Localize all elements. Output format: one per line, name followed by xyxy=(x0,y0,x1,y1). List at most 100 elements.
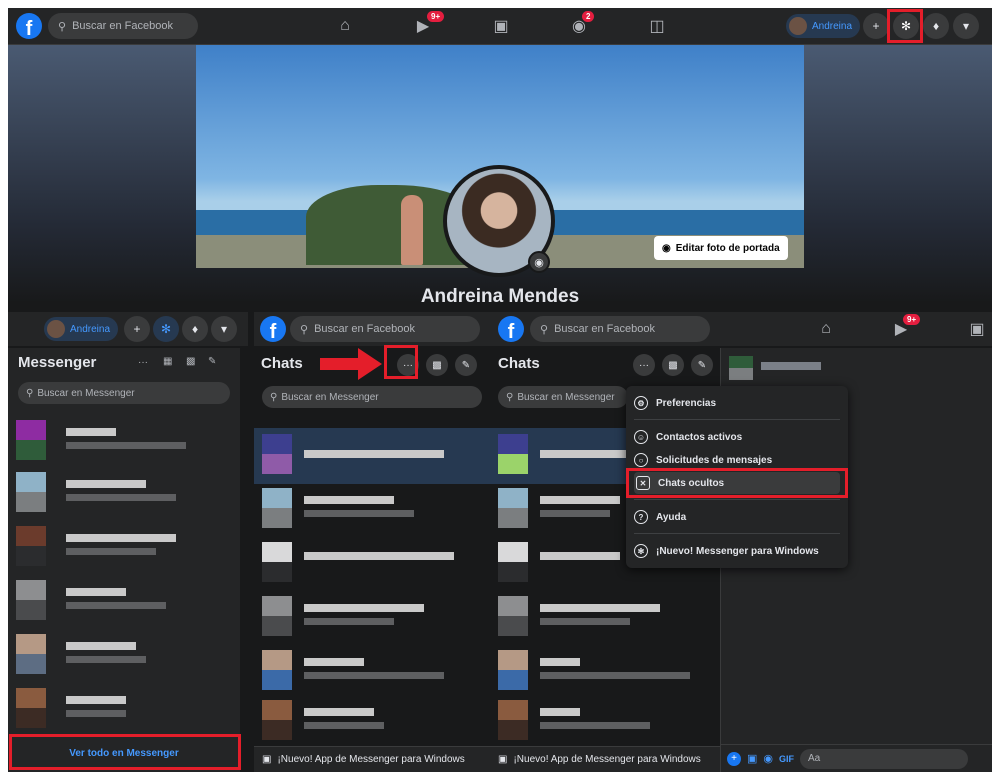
avatar xyxy=(262,596,292,636)
search-icon: ⚲ xyxy=(300,323,309,336)
avatar xyxy=(16,634,46,674)
menu-item-preferences[interactable]: ⚙ Preferencias xyxy=(634,392,716,414)
help-icon: ? xyxy=(634,510,648,524)
list-item[interactable] xyxy=(8,574,240,630)
screenshot-frame: f ⚲ Buscar en Facebook ⌂ ▶ 9+ ▣ ◉ 2 ◫ An… xyxy=(8,8,992,772)
marketplace-icon[interactable]: ▣ xyxy=(490,15,512,37)
messenger-icon: ✻ xyxy=(160,322,172,336)
avatar xyxy=(16,472,46,512)
gif-icon[interactable]: GIF xyxy=(779,754,794,764)
menu-item-active-contacts[interactable]: ☺ Contactos activos xyxy=(634,426,742,448)
avatar xyxy=(498,700,528,740)
facebook-search-input[interactable]: ⚲ Buscar en Facebook xyxy=(530,316,710,342)
search-icon: ⚲ xyxy=(506,391,514,403)
account-menu-button[interactable]: ▾ xyxy=(211,316,237,342)
notifications-button[interactable]: ♦ xyxy=(182,316,208,342)
expand-icon[interactable]: ▦ xyxy=(163,356,172,367)
avatar xyxy=(16,688,46,728)
list-item[interactable] xyxy=(254,482,490,538)
video-call-button[interactable]: ▩ xyxy=(426,354,448,376)
divider xyxy=(634,419,840,420)
message-input[interactable]: Aa xyxy=(800,748,969,769)
image-icon[interactable]: ▣ xyxy=(747,752,757,765)
facebook-logo-icon[interactable]: f xyxy=(16,13,42,39)
list-item[interactable] xyxy=(254,590,490,646)
watch-badge: 9+ xyxy=(903,314,921,325)
left-panel-topbar: Andreina + ✻ ♦ ▾ xyxy=(8,312,248,346)
gear-icon: ⚙ xyxy=(634,396,648,410)
create-button[interactable]: + xyxy=(124,316,150,342)
facebook-logo-icon[interactable]: f xyxy=(498,316,524,342)
search-icon: ⚲ xyxy=(26,387,34,399)
messenger-search-input[interactable]: ⚲ Buscar en Messenger xyxy=(498,386,628,408)
chats-options-button[interactable]: ··· xyxy=(633,354,655,376)
avatar xyxy=(498,488,528,528)
profile-shortcut[interactable]: Andreina xyxy=(44,317,119,341)
page-title: Chats xyxy=(261,355,303,372)
list-item[interactable] xyxy=(254,694,490,746)
home-icon[interactable]: ⌂ xyxy=(334,15,356,37)
sticker-icon[interactable]: ◉ xyxy=(763,752,773,765)
video-call-icon[interactable]: ▩ xyxy=(186,356,195,367)
edit-cover-button[interactable]: ◉ Editar foto de portada xyxy=(654,236,788,260)
avatar xyxy=(16,580,46,620)
list-item[interactable] xyxy=(490,644,720,700)
options-icon[interactable]: ··· xyxy=(138,357,148,368)
compose-icon: ✎ xyxy=(697,359,707,371)
facebook-search-input[interactable]: ⚲ Buscar en Facebook xyxy=(290,316,480,342)
facebook-logo-icon[interactable]: f xyxy=(260,316,286,342)
chat-bubble-icon: ○ xyxy=(634,453,648,467)
divider xyxy=(634,499,840,500)
arrow-right-icon xyxy=(320,348,382,380)
account-menu-button[interactable]: ▾ xyxy=(953,13,979,39)
update-picture-camera-icon[interactable]: ◉ xyxy=(528,251,550,273)
profile-name: Andreina Mendes xyxy=(420,286,580,307)
avatar xyxy=(262,542,292,582)
profile-shortcut[interactable]: Andreina xyxy=(786,14,861,38)
video-call-button[interactable]: ▩ xyxy=(662,354,684,376)
avatar xyxy=(262,650,292,690)
list-item[interactable] xyxy=(254,644,490,700)
new-message-icon[interactable]: ✎ xyxy=(208,356,216,367)
messenger-search-input[interactable]: ⚲ Buscar en Messenger xyxy=(18,382,230,404)
new-message-button[interactable]: ✎ xyxy=(455,354,477,376)
list-item[interactable] xyxy=(490,694,720,746)
avatar xyxy=(729,356,753,380)
plus-icon[interactable]: + xyxy=(727,751,741,766)
avatar xyxy=(262,700,292,740)
cover-person xyxy=(401,195,423,265)
monitor-icon: ▣ xyxy=(262,754,272,765)
messenger-button[interactable]: ✻ xyxy=(153,316,179,342)
marketplace-icon[interactable]: ▣ xyxy=(966,318,988,340)
windows-app-promo[interactable]: ▣ ¡Nuevo! App de Messenger para Windows xyxy=(254,746,490,772)
list-item[interactable] xyxy=(8,466,240,522)
list-item[interactable] xyxy=(8,628,240,684)
list-item[interactable] xyxy=(8,520,240,576)
avatar xyxy=(16,420,46,460)
list-item[interactable] xyxy=(254,536,490,592)
bell-icon: ♦ xyxy=(191,322,199,336)
home-icon[interactable]: ⌂ xyxy=(815,318,837,340)
menu-item-messenger-windows[interactable]: ✻ ¡Nuevo! Messenger para Windows xyxy=(634,540,819,562)
avatar xyxy=(498,596,528,636)
gaming-icon[interactable]: ◫ xyxy=(646,15,668,37)
create-button[interactable]: + xyxy=(863,13,889,39)
messenger-search-input[interactable]: ⚲ Buscar en Messenger xyxy=(262,386,482,408)
avatar xyxy=(47,320,65,338)
list-item[interactable] xyxy=(8,414,240,470)
avatar xyxy=(262,434,292,474)
monitor-icon: ▣ xyxy=(498,754,508,765)
new-message-button[interactable]: ✎ xyxy=(691,354,713,376)
groups-badge: 2 xyxy=(582,11,595,22)
list-item[interactable] xyxy=(254,428,490,484)
messenger-dropdown: Messenger ··· ▦ ▩ ✎ ⚲ Buscar en Messenge… xyxy=(8,348,240,772)
menu-item-help[interactable]: ? Ayuda xyxy=(634,506,686,528)
notifications-button[interactable]: ♦ xyxy=(923,13,949,39)
list-item[interactable] xyxy=(490,590,720,646)
facebook-search-input[interactable]: ⚲ Buscar en Facebook xyxy=(48,13,198,39)
page-title: Chats xyxy=(498,355,540,372)
avatar xyxy=(262,488,292,528)
search-icon: ⚲ xyxy=(58,20,67,33)
chevron-down-icon: ▾ xyxy=(220,322,228,336)
windows-app-promo[interactable]: ▣ ¡Nuevo! App de Messenger para Windows xyxy=(490,746,720,772)
